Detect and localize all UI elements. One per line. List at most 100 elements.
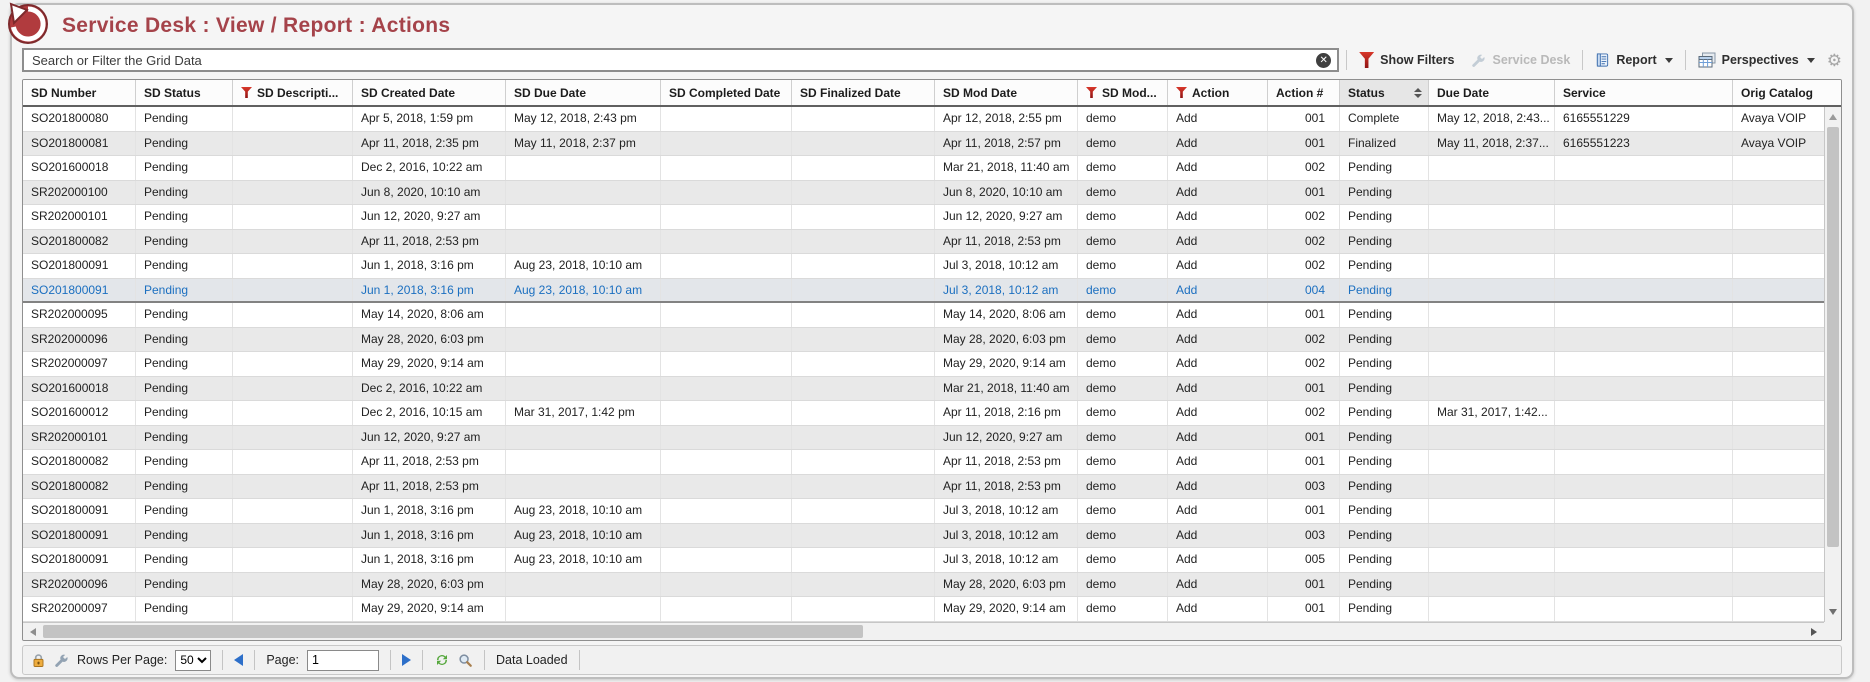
column-header-action[interactable]: Action [1168, 80, 1268, 105]
cell [1733, 254, 1824, 278]
table-row[interactable]: SO201800091PendingJun 1, 2018, 3:16 pmAu… [23, 254, 1824, 279]
cell: Add [1168, 132, 1268, 156]
column-header-sd-finalized-date[interactable]: SD Finalized Date [792, 80, 935, 105]
column-header-sd-mod[interactable]: SD Mod... [1078, 80, 1168, 105]
rows-per-page-select[interactable]: 50 [175, 650, 211, 671]
vertical-scroll-thumb[interactable] [1827, 127, 1839, 547]
table-row[interactable]: SO201800081PendingApr 11, 2018, 2:35 pmM… [23, 132, 1824, 157]
report-menu-button[interactable]: Report [1590, 52, 1677, 68]
table-row[interactable]: SO201800091PendingJun 1, 2018, 3:16 pmAu… [23, 524, 1824, 549]
previous-page-icon[interactable] [234, 654, 243, 666]
table-row[interactable]: SR202000096PendingMay 28, 2020, 6:03 pmM… [23, 328, 1824, 353]
column-header-sd-status[interactable]: SD Status [136, 80, 233, 105]
scroll-right-icon[interactable] [1806, 623, 1822, 640]
table-row[interactable]: SR202000101PendingJun 12, 2020, 9:27 amJ… [23, 426, 1824, 451]
cell: Pending [1340, 352, 1429, 376]
table-row[interactable]: SR202000095PendingMay 14, 2020, 8:06 amM… [23, 303, 1824, 328]
cell: May 11, 2018, 2:37... [1429, 132, 1555, 156]
zoom-search-icon[interactable] [458, 653, 473, 668]
cell [1733, 230, 1824, 254]
cell [1429, 230, 1555, 254]
cell: Add [1168, 450, 1268, 474]
scroll-left-icon[interactable] [25, 623, 41, 640]
search-input[interactable] [30, 52, 1310, 69]
next-page-icon[interactable] [402, 654, 411, 666]
cell [1733, 573, 1824, 597]
cell [1555, 181, 1733, 205]
footer-separator [222, 650, 223, 670]
table-row[interactable]: SO201800082PendingApr 11, 2018, 2:53 pmA… [23, 475, 1824, 500]
page-number-input[interactable] [307, 650, 379, 671]
column-header-sd-number[interactable]: SD Number [23, 80, 136, 105]
table-row[interactable]: SR202000097PendingMay 29, 2020, 9:14 amM… [23, 597, 1824, 622]
cell [233, 597, 353, 621]
table-row[interactable]: SO201800091PendingJun 1, 2018, 3:16 pmAu… [23, 279, 1824, 304]
scroll-down-icon[interactable] [1825, 604, 1841, 620]
cell: May 29, 2020, 9:14 am [935, 597, 1078, 621]
cell: Jun 12, 2020, 9:27 am [353, 205, 506, 229]
table-row[interactable]: SO201800091PendingJun 1, 2018, 3:16 pmAu… [23, 499, 1824, 524]
cell [506, 426, 661, 450]
perspectives-menu-button[interactable]: Perspectives [1693, 52, 1820, 68]
table-row[interactable]: SO201800091PendingJun 1, 2018, 3:16 pmAu… [23, 548, 1824, 573]
cell: demo [1078, 450, 1168, 474]
cell: Pending [1340, 450, 1429, 474]
column-header-label: SD Mod... [1102, 86, 1157, 100]
cell: Jun 12, 2020, 9:27 am [935, 205, 1078, 229]
cell: Apr 11, 2018, 2:53 pm [935, 230, 1078, 254]
cell [1733, 377, 1824, 401]
cell [233, 548, 353, 572]
cell: demo [1078, 132, 1168, 156]
settings-gear-icon[interactable]: ⚙ [1827, 52, 1842, 69]
scroll-up-icon[interactable] [1825, 109, 1841, 125]
application-window: Service Desk : View / Report : Actions ✕… [0, 0, 1870, 682]
table-row[interactable]: SR202000096PendingMay 28, 2020, 6:03 pmM… [23, 573, 1824, 598]
footer-toolbar: Rows Per Page: 50 Page: Data Loaded [22, 645, 1842, 675]
table-row[interactable]: SO201800082PendingApr 11, 2018, 2:53 pmA… [23, 450, 1824, 475]
cell: Add [1168, 597, 1268, 621]
table-row[interactable]: SO201600012PendingDec 2, 2016, 10:15 amM… [23, 401, 1824, 426]
cell: Pending [1340, 328, 1429, 352]
refresh-icon[interactable] [434, 652, 450, 668]
column-header-orig-catalog[interactable]: Orig Catalog [1733, 80, 1841, 105]
column-header-sd-descripti[interactable]: SD Descripti... [233, 80, 353, 105]
service-desk-label: Service Desk [1492, 53, 1570, 67]
table-row[interactable]: SO201600018PendingDec 2, 2016, 10:22 amM… [23, 156, 1824, 181]
tools-wrench-icon[interactable] [54, 653, 69, 668]
table-row[interactable]: SO201600018PendingDec 2, 2016, 10:22 amM… [23, 377, 1824, 402]
show-filters-button[interactable]: Show Filters [1354, 52, 1459, 68]
toolbar-separator [1582, 50, 1583, 70]
cell [661, 254, 792, 278]
column-header-sd-mod-date[interactable]: SD Mod Date [935, 80, 1078, 105]
table-row[interactable]: SO201800082PendingApr 11, 2018, 2:53 pmA… [23, 230, 1824, 255]
table-row[interactable]: SR202000101PendingJun 12, 2020, 9:27 amJ… [23, 205, 1824, 230]
cell: demo [1078, 597, 1168, 621]
horizontal-scroll-thumb[interactable] [43, 625, 863, 638]
column-header-sd-created-date[interactable]: SD Created Date [353, 80, 506, 105]
column-header-sd-due-date[interactable]: SD Due Date [506, 80, 661, 105]
cell: SO201800091 [23, 254, 136, 278]
column-header-status[interactable]: Status [1340, 80, 1429, 105]
table-row[interactable]: SR202000100PendingJun 8, 2020, 10:10 amJ… [23, 181, 1824, 206]
cell [661, 156, 792, 180]
vertical-scrollbar[interactable] [1824, 107, 1841, 622]
table-row[interactable]: SR202000097PendingMay 29, 2020, 9:14 amM… [23, 352, 1824, 377]
cell: Jul 3, 2018, 10:12 am [935, 548, 1078, 572]
column-header-sd-completed-date[interactable]: SD Completed Date [661, 80, 792, 105]
column-header-action[interactable]: Action # [1268, 80, 1340, 105]
lock-icon[interactable] [31, 653, 46, 668]
grid-header-row: SD NumberSD StatusSD Descripti...SD Crea… [23, 80, 1841, 107]
column-header-service[interactable]: Service [1555, 80, 1733, 105]
cell: demo [1078, 573, 1168, 597]
clear-search-icon[interactable]: ✕ [1316, 53, 1331, 68]
footer-separator [390, 650, 391, 670]
sort-icon [1408, 88, 1422, 98]
horizontal-scrollbar[interactable] [23, 622, 1824, 640]
cell [792, 156, 935, 180]
cell: Pending [1340, 597, 1429, 621]
footer-separator [254, 650, 255, 670]
column-header-label: Action [1192, 86, 1229, 100]
cell [506, 450, 661, 474]
column-header-due-date[interactable]: Due Date [1429, 80, 1555, 105]
table-row[interactable]: SO201800080PendingApr 5, 2018, 1:59 pmMa… [23, 107, 1824, 132]
